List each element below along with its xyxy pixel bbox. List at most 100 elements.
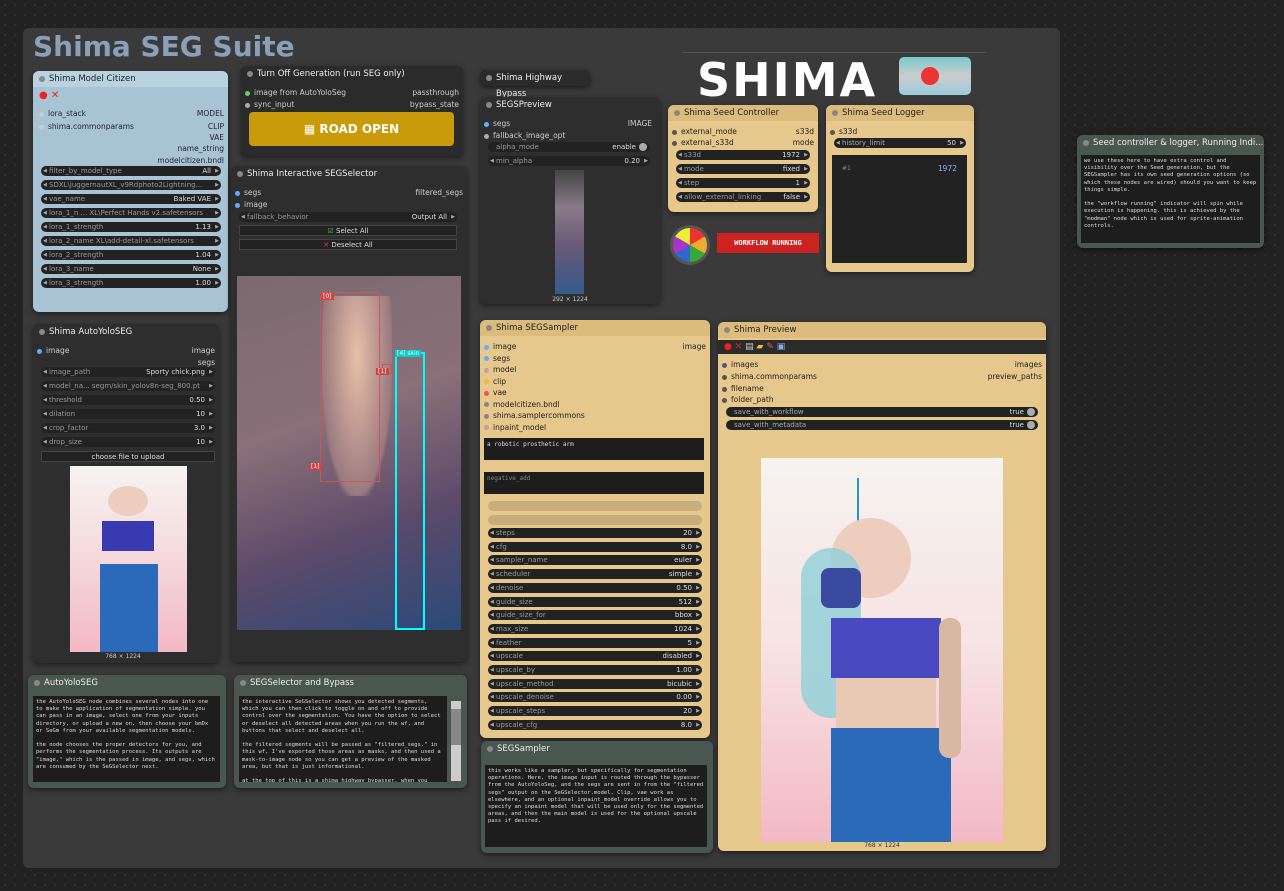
model-citizen-widget-2[interactable]: vae_nameBaked VAE: [41, 194, 221, 204]
note-segsampler[interactable]: SEGSampler this works like a sampler, bu…: [481, 741, 713, 853]
close-icon: ✕: [734, 342, 743, 352]
node-title[interactable]: Shima SEGSampler: [480, 320, 710, 336]
sampler-widget-6[interactable]: guide_size_forbbox: [488, 610, 702, 621]
note-text[interactable]: this works like a sampler, but specifica…: [485, 765, 707, 847]
node-highway-bypass[interactable]: Shima Highway Bypass: [480, 70, 590, 99]
node-title[interactable]: AutoYoloSEG: [28, 675, 226, 691]
autoyolo-widget-5[interactable]: drop_size10: [41, 437, 215, 447]
sampler-widget-13[interactable]: upscale_steps20: [488, 706, 702, 717]
node-shima-preview[interactable]: Shima Preview ● ✕ ▤ ▰ ✎ ▣ images shima.c…: [718, 322, 1046, 851]
sampler-widget-5[interactable]: guide_size512: [488, 596, 702, 607]
node-turn-off-generation[interactable]: Turn Off Generation (run SEG only) image…: [241, 66, 463, 156]
negative-prompt[interactable]: negative_add: [484, 472, 704, 494]
note-text[interactable]: the interactive SeGSelector shows you de…: [239, 696, 447, 782]
seed-controller-widget-0[interactable]: s33d1972: [676, 150, 810, 160]
output-passthrough[interactable]: passthrough: [412, 87, 459, 98]
node-title[interactable]: Shima Preview: [718, 322, 1046, 338]
output-image[interactable]: image: [192, 345, 215, 356]
node-title[interactable]: Shima Seed Controller: [668, 105, 818, 121]
autoyolo-widget-0[interactable]: image_pathSporty chick.png: [41, 367, 215, 377]
output-vae[interactable]: VAE: [209, 132, 224, 143]
seed-controller-widget-1[interactable]: modefixed: [676, 164, 810, 174]
seed-controller-widget-2[interactable]: step1: [676, 178, 810, 188]
model-citizen-widget-5[interactable]: lora_2_name XL\add-detail-xl.safetensors: [41, 236, 221, 246]
sampler-widget-8[interactable]: feather5: [488, 637, 702, 648]
sampler-widget-0[interactable]: steps20: [488, 528, 702, 538]
node-title[interactable]: Shima Seed Logger: [826, 105, 974, 121]
model-citizen-widget-7[interactable]: lora_3_nameNone: [41, 264, 221, 274]
autoyolo-widget-2[interactable]: threshold0.50: [41, 395, 215, 405]
note-autoyoloseg[interactable]: AutoYoloSEG the AutoYoloSEG node combine…: [28, 675, 226, 788]
input-external-s33d: external_s33d: [681, 138, 734, 147]
autoyolo-widget-4[interactable]: crop_factor3.0: [41, 423, 215, 433]
road-open-button[interactable]: ▦ ROAD OPEN: [249, 112, 454, 146]
output-name-string[interactable]: name_string: [177, 143, 224, 154]
node-title[interactable]: SEGSampler: [481, 741, 713, 757]
sampler-widget-4[interactable]: denoise0.50: [488, 582, 702, 593]
output-model[interactable]: MODEL: [197, 108, 224, 119]
model-citizen-widget-3[interactable]: lora_1_n ... XL\Perfect Hands v2.safeten…: [41, 208, 221, 218]
note-segselector-bypass[interactable]: SEGSelector and Bypass the interactive S…: [234, 675, 467, 788]
sampler-widget-1[interactable]: cfg8.0: [488, 541, 702, 552]
upload-button[interactable]: choose file to upload: [41, 451, 215, 462]
sampler-widget-2[interactable]: sampler_nameeuler: [488, 555, 702, 566]
output-preview-paths[interactable]: preview_paths: [988, 371, 1042, 382]
output-bypass-state[interactable]: bypass_state: [410, 99, 459, 110]
save-with-metadata-toggle[interactable]: save_with_metadata true: [726, 420, 1038, 430]
node-seed-controller[interactable]: Shima Seed Controller external_mode exte…: [668, 105, 818, 212]
output-image[interactable]: image: [683, 341, 706, 352]
output-image[interactable]: IMAGE: [628, 118, 652, 129]
segselector-image[interactable]: [0] [1] [4] skin [1]: [237, 276, 461, 630]
output-filtered-segs[interactable]: filtered_segs: [415, 187, 463, 198]
node-title[interactable]: Shima Highway Bypass: [480, 70, 590, 99]
sampler-widget-11[interactable]: upscale_methodbicubic: [488, 678, 702, 689]
note-text[interactable]: the AutoYoloSEG node combines several no…: [33, 696, 220, 782]
autoyolo-widget-1[interactable]: model_na... segm/skin_yolov8n-seg_800.pt: [41, 381, 215, 391]
seed-controller-widget-3[interactable]: allow_external_linkingfalse: [676, 192, 810, 202]
model-citizen-widget-1[interactable]: SDXL\juggernautXL_v9Rdphoto2Lightning...: [41, 180, 221, 190]
preview-toolbar[interactable]: ● ✕ ▤ ▰ ✎ ▣: [718, 340, 1046, 354]
node-shima-segsampler[interactable]: Shima SEGSampler image segs model clip vae mo…: [480, 320, 710, 738]
sampler-widget-9[interactable]: upscaledisabled: [488, 651, 702, 662]
note-text[interactable]: we use these here to have extra control …: [1081, 155, 1260, 243]
node-title[interactable]: Seed controller & logger, Running Indi..…: [1077, 135, 1264, 151]
node-title[interactable]: Shima Interactive SEGSelector: [231, 166, 467, 182]
sampler-widget-10[interactable]: upscale_by1.00: [488, 665, 702, 675]
min-alpha-widget[interactable]: min_alpha0.20: [488, 156, 650, 166]
node-seed-logger[interactable]: Shima Seed Logger s33d history_limit50 #…: [826, 105, 974, 272]
model-citizen-widget-6[interactable]: lora_2_strength1.04: [41, 250, 221, 260]
deselect-all-button[interactable]: ✕ Deselect All: [239, 239, 457, 250]
toolbar-icons[interactable]: ● ✕: [39, 90, 59, 101]
input-clip: clip: [493, 376, 507, 386]
model-citizen-widget-4[interactable]: lora_1_strength1.13: [41, 222, 221, 232]
alpha-mode-toggle[interactable]: alpha_mode enable: [488, 142, 650, 152]
sampler-widget-14[interactable]: upscale_cfg8.0: [488, 719, 702, 730]
node-title[interactable]: SEGSPreview: [480, 97, 660, 113]
node-model-citizen[interactable]: Shima Model Citizen ● ✕ lora_stack shima…: [33, 71, 228, 312]
positive-prompt[interactable]: a robotic prosthetic arm: [484, 438, 704, 460]
model-citizen-widget-0[interactable]: filter_by_model_typeAll: [41, 166, 221, 176]
node-title[interactable]: SEGSelector and Bypass: [234, 675, 467, 691]
node-autoyoloseg[interactable]: Shima AutoYoloSEG image image segs image…: [33, 324, 219, 663]
node-interactive-segselector[interactable]: Shima Interactive SEGSelector segs image…: [231, 166, 467, 662]
fallback-behavior-widget[interactable]: fallback_behaviorOutput All: [239, 212, 457, 222]
node-segs-preview[interactable]: SEGSPreview segs fallback_image_opt IMAG…: [480, 97, 660, 304]
sampler-widget-12[interactable]: upscale_denoise0.00: [488, 692, 702, 703]
output-images[interactable]: images: [1015, 359, 1042, 370]
output-bundle[interactable]: modelcitizen.bndl: [157, 155, 224, 166]
output-s33d[interactable]: s33d: [796, 126, 814, 137]
note-seed-controller[interactable]: Seed controller & logger, Running Indi..…: [1077, 135, 1264, 248]
node-title[interactable]: Shima Model Citizen: [33, 71, 228, 87]
output-clip[interactable]: CLIP: [208, 121, 224, 132]
model-citizen-widget-8[interactable]: lora_3_strength1.00: [41, 278, 221, 288]
output-mode[interactable]: mode: [793, 137, 814, 148]
save-with-workflow-toggle[interactable]: save_with_workflow true: [726, 407, 1038, 417]
note-scrollbar[interactable]: [451, 701, 461, 781]
node-title[interactable]: Shima AutoYoloSEG: [33, 324, 219, 340]
sampler-widget-7[interactable]: max_size1024: [488, 623, 702, 634]
history-limit-widget[interactable]: history_limit50: [834, 138, 966, 148]
node-title[interactable]: Turn Off Generation (run SEG only): [241, 66, 463, 82]
select-all-button[interactable]: ☑ Select All: [239, 225, 457, 236]
autoyolo-widget-3[interactable]: dilation10: [41, 409, 215, 419]
sampler-widget-3[interactable]: schedulersimple: [488, 569, 702, 580]
